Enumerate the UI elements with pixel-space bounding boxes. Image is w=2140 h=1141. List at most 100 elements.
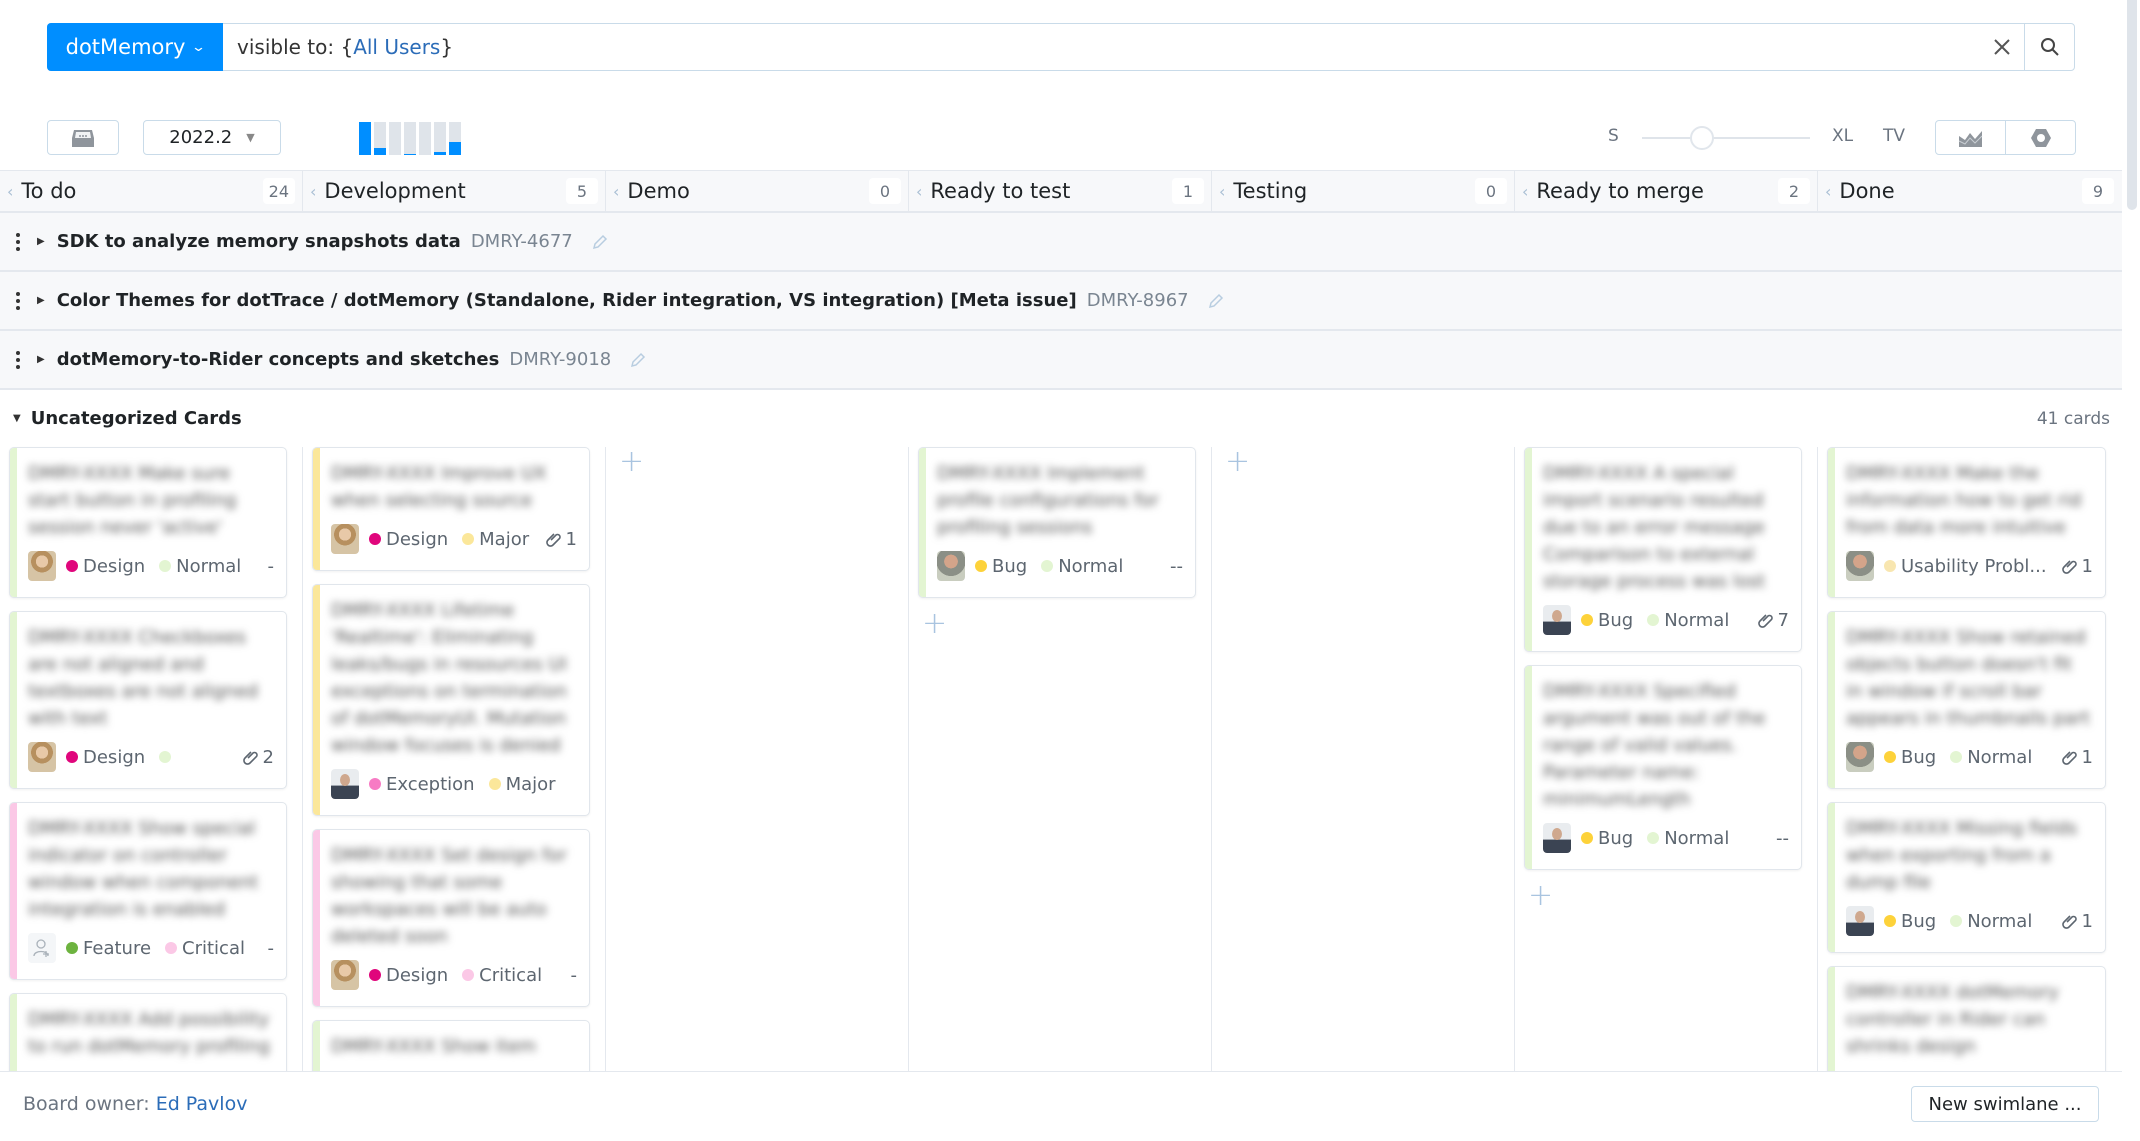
priority-tag[interactable]: Normal xyxy=(1950,747,2032,768)
type-tag[interactable]: Bug xyxy=(975,556,1027,577)
swimlane-issue-id[interactable]: DMRY-9018 xyxy=(509,349,611,370)
sprint-version: 2022.2 xyxy=(169,127,233,148)
issue-card[interactable]: DMRY-XXXX Show special indicator on cont… xyxy=(9,802,287,980)
issue-card[interactable]: DMRY-XXXX Specified argument was out of … xyxy=(1524,665,1802,870)
issue-card[interactable]: DMRY-XXXX Make sure start button in prof… xyxy=(9,447,287,598)
page-scrollbar[interactable] xyxy=(2127,0,2140,1141)
assignee-avatar[interactable] xyxy=(331,769,359,799)
backlog-button[interactable] xyxy=(47,120,119,155)
collapse-column-icon[interactable]: ‹ xyxy=(1522,182,1528,201)
priority-tag[interactable] xyxy=(159,751,176,763)
priority-tag[interactable]: Normal xyxy=(1950,911,2032,932)
extra-value: -- xyxy=(1776,827,1789,849)
expand-triangle-icon[interactable]: ▶ xyxy=(37,236,45,247)
priority-tag[interactable]: Major xyxy=(462,529,529,550)
project-selector-button[interactable]: dotMemory ⌄ xyxy=(47,23,223,71)
collapse-column-icon[interactable]: ‹ xyxy=(7,182,13,201)
drag-handle-icon[interactable] xyxy=(13,291,23,310)
issue-card[interactable]: DMRY-XXXX Set design for showing that so… xyxy=(312,829,590,1007)
issue-card[interactable]: DMRY-XXXX Improve UX when selecting sour… xyxy=(312,447,590,571)
type-tag[interactable]: Feature xyxy=(66,938,151,959)
type-tag[interactable]: Design xyxy=(66,556,145,577)
drag-handle-icon[interactable] xyxy=(13,350,23,369)
collapse-triangle-icon[interactable]: ▼ xyxy=(13,413,21,424)
edit-pencil-icon[interactable] xyxy=(591,233,609,251)
collapse-column-icon[interactable]: ‹ xyxy=(310,182,316,201)
board-settings-button[interactable] xyxy=(2005,121,2075,154)
add-card-button[interactable]: + xyxy=(1524,881,1553,911)
type-tag[interactable]: Bug xyxy=(1581,610,1633,631)
collapse-column-icon[interactable]: ‹ xyxy=(916,182,922,201)
priority-tag[interactable]: Critical xyxy=(165,938,245,959)
collapse-column-icon[interactable]: ‹ xyxy=(1825,182,1831,201)
issue-card[interactable]: DMRY-XXXX Implement profile configuratio… xyxy=(918,447,1196,598)
column-header[interactable]: ‹ Ready to merge 2 xyxy=(1515,171,1818,211)
search-button[interactable] xyxy=(2024,24,2074,70)
issue-card[interactable]: DMRY-XXXX dotMemory controller in Rider … xyxy=(1827,966,2106,1071)
issue-card[interactable]: DMRY-XXXX Show retained objects button d… xyxy=(1827,611,2106,789)
reports-button[interactable] xyxy=(1936,121,2005,154)
assignee-avatar[interactable] xyxy=(937,551,965,581)
issue-card[interactable]: DMRY-XXXX Show item xyxy=(312,1020,590,1071)
column-header[interactable]: ‹ Development 5 xyxy=(303,171,606,211)
issue-card[interactable]: DMRY-XXXX Make the information how to ge… xyxy=(1827,447,2106,598)
priority-label: Normal xyxy=(1664,609,1730,631)
add-card-button[interactable]: + xyxy=(615,447,644,477)
type-tag[interactable]: Usability Probl... xyxy=(1884,556,2047,577)
search-query-input[interactable]: visible to: {All Users} xyxy=(223,24,1980,70)
new-swimlane-button[interactable]: New swimlane ... xyxy=(1911,1086,2099,1122)
sprint-selector[interactable]: 2022.2 ▼ xyxy=(143,120,281,155)
type-tag[interactable]: Bug xyxy=(1884,747,1936,768)
priority-tag[interactable]: Major xyxy=(488,774,556,795)
edit-pencil-icon[interactable] xyxy=(1207,292,1225,310)
expand-triangle-icon[interactable]: ▶ xyxy=(37,295,45,306)
swimlane-issue-id[interactable]: DMRY-4677 xyxy=(471,231,573,252)
issue-card[interactable]: DMRY-XXXX Lifetime 'Realtime': Eliminati… xyxy=(312,584,590,816)
type-tag[interactable]: Bug xyxy=(1884,911,1936,932)
assignee-avatar[interactable] xyxy=(331,524,359,554)
tv-mode-toggle[interactable]: TV xyxy=(1883,126,1905,146)
card-size-slider-knob[interactable] xyxy=(1690,126,1714,150)
assignee-avatar[interactable] xyxy=(1846,906,1874,936)
add-card-button[interactable]: + xyxy=(1221,447,1250,477)
card-size-slider[interactable] xyxy=(1642,126,1810,150)
assignee-avatar[interactable] xyxy=(331,960,359,990)
assign-user-icon[interactable] xyxy=(28,933,56,963)
issue-card[interactable]: DMRY-XXXX A special import scenario resu… xyxy=(1524,447,1802,652)
column-header[interactable]: ‹ Ready to test 1 xyxy=(909,171,1212,211)
column-header[interactable]: ‹ Testing 0 xyxy=(1212,171,1515,211)
drag-handle-icon[interactable] xyxy=(13,232,23,251)
assignee-avatar[interactable] xyxy=(1543,605,1571,635)
issue-card[interactable]: DMRY-XXXX Missing fields when exporting … xyxy=(1827,802,2106,953)
board-owner-link[interactable]: Ed Pavlov xyxy=(156,1093,248,1115)
assignee-avatar[interactable] xyxy=(1846,551,1874,581)
priority-tag[interactable]: Normal xyxy=(1647,828,1729,849)
assignee-avatar[interactable] xyxy=(1846,742,1874,772)
expand-triangle-icon[interactable]: ▶ xyxy=(37,354,45,365)
type-tag[interactable]: Design xyxy=(369,529,448,550)
issue-card[interactable]: DMRY-XXXX Add possibility to run dotMemo… xyxy=(9,993,287,1071)
clear-search-button[interactable] xyxy=(1980,24,2024,70)
column-header[interactable]: ‹ Demo 0 xyxy=(606,171,909,211)
type-tag[interactable]: Bug xyxy=(1581,828,1633,849)
collapse-column-icon[interactable]: ‹ xyxy=(1219,182,1225,201)
issue-card[interactable]: DMRY-XXXX Checkboxes are not aligned and… xyxy=(9,611,287,789)
add-card-button[interactable]: + xyxy=(918,609,947,639)
assignee-avatar[interactable] xyxy=(28,551,56,581)
priority-tag[interactable]: Normal xyxy=(1647,610,1729,631)
swimlane-issue-id[interactable]: DMRY-8967 xyxy=(1087,290,1189,311)
scrollbar-thumb[interactable] xyxy=(2127,0,2137,210)
type-tag[interactable]: Design xyxy=(369,965,448,986)
edit-pencil-icon[interactable] xyxy=(629,351,647,369)
priority-tag[interactable]: Normal xyxy=(159,556,241,577)
column-header[interactable]: ‹ Done 9 xyxy=(1818,171,2121,211)
assignee-avatar[interactable] xyxy=(28,742,56,772)
type-tag[interactable]: Design xyxy=(66,747,145,768)
card-summary: DMRY-XXXX Set design for showing that so… xyxy=(331,845,567,947)
priority-tag[interactable]: Normal xyxy=(1041,556,1123,577)
priority-tag[interactable]: Critical xyxy=(462,965,542,986)
assignee-avatar[interactable] xyxy=(1543,823,1571,853)
collapse-column-icon[interactable]: ‹ xyxy=(613,182,619,201)
type-tag[interactable]: Exception xyxy=(369,774,475,795)
column-header[interactable]: ‹ To do 24 xyxy=(0,171,303,211)
